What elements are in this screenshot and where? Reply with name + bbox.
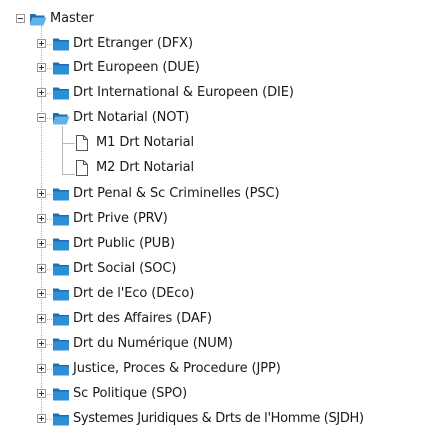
folder-icon [53,238,69,251]
tree-node-folder[interactable]: Justice, Proces & Procedure (JPP) [0,357,438,381]
expand-toggle[interactable] [37,239,46,248]
tree-node-label: Drt de l'Eco (DEco) [73,286,195,301]
tree-node-label: M2 Drt Notarial [96,160,194,175]
tree-node-label: M1 Drt Notarial [96,135,194,150]
tree-node-folder[interactable]: Drt Public (PUB) [0,232,438,256]
expand-toggle[interactable] [37,63,46,72]
expand-toggle[interactable] [37,88,46,97]
tree-node-label: Justice, Proces & Procedure (JPP) [73,361,281,376]
tree-node-label: Drt du Numérique (NUM) [73,336,233,351]
expand-toggle[interactable] [37,264,46,273]
folder-icon [53,213,69,226]
tree-node-label: Systemes Juridiques & Drts de l'Homme (S… [73,411,364,426]
folder-icon [53,87,69,100]
tree-node-label: Drt des Affaires (DAF) [73,311,212,326]
tree-node-master[interactable]: Master [0,7,438,31]
folder-open-icon [30,14,47,26]
tree-node-file[interactable]: M2 Drt Notarial [0,156,438,180]
tree-node-folder[interactable]: Drt Europeen (DUE) [0,56,438,80]
folder-icon [53,338,69,351]
folder-icon [53,413,69,426]
folder-open-icon [53,113,70,125]
folder-icon [53,388,69,401]
expand-toggle[interactable] [37,364,46,373]
expand-toggle[interactable] [37,314,46,323]
tree-node-label: Drt Social (SOC) [73,261,177,276]
folder-tree: Master Drt Etranger (DFX) Drt Europeen (… [0,0,438,436]
tree-node-label: Drt Europeen (DUE) [73,60,200,75]
tree-node-label: Drt Etranger (DFX) [73,36,193,51]
tree-node-folder[interactable]: Drt de l'Eco (DEco) [0,282,438,306]
tree-node-label: Sc Politique (SPO) [73,386,188,401]
tree-node-file[interactable]: M1 Drt Notarial [0,131,438,155]
tree-node-folder[interactable]: Drt Prive (PRV) [0,207,438,231]
tree-node-label: Drt International & Europeen (DIE) [73,85,294,100]
folder-icon [53,263,69,276]
tree-node-folder-expanded[interactable]: Drt Notarial (NOT) [0,106,438,130]
expand-toggle[interactable] [37,189,46,198]
expand-toggle[interactable] [37,339,46,348]
tree-node-folder[interactable]: Drt des Affaires (DAF) [0,307,438,331]
tree-guide-line [62,174,75,175]
tree-node-label: Drt Public (PUB) [73,236,176,251]
collapse-toggle[interactable] [16,14,25,23]
tree-node-folder[interactable]: Drt Social (SOC) [0,257,438,281]
folder-icon [53,363,69,376]
tree-guide-line [62,143,75,144]
folder-icon [53,62,69,75]
tree-node-folder[interactable]: Systemes Juridiques & Drts de l'Homme (S… [0,407,438,431]
tree-node-label: Drt Prive (PRV) [73,211,168,226]
tree-node-folder[interactable]: Drt Penal & Sc Criminelles (PSC) [0,182,438,206]
folder-icon [53,188,69,201]
folder-icon [53,288,69,301]
tree-node-label: Drt Notarial (NOT) [73,110,190,125]
document-icon [76,160,88,176]
expand-toggle[interactable] [37,389,46,398]
expand-toggle[interactable] [37,414,46,423]
collapse-toggle[interactable] [37,113,46,122]
folder-icon [53,38,69,51]
expand-toggle[interactable] [37,289,46,298]
tree-node-folder[interactable]: Drt Etranger (DFX) [0,32,438,56]
tree-node-label: Drt Penal & Sc Criminelles (PSC) [73,186,280,201]
document-icon [76,135,88,151]
tree-node-label: Master [50,11,94,26]
expand-toggle[interactable] [37,39,46,48]
tree-node-folder[interactable]: Drt International & Europeen (DIE) [0,81,438,105]
tree-node-folder[interactable]: Sc Politique (SPO) [0,382,438,406]
folder-icon [53,313,69,326]
expand-toggle[interactable] [37,214,46,223]
tree-node-folder[interactable]: Drt du Numérique (NUM) [0,332,438,356]
